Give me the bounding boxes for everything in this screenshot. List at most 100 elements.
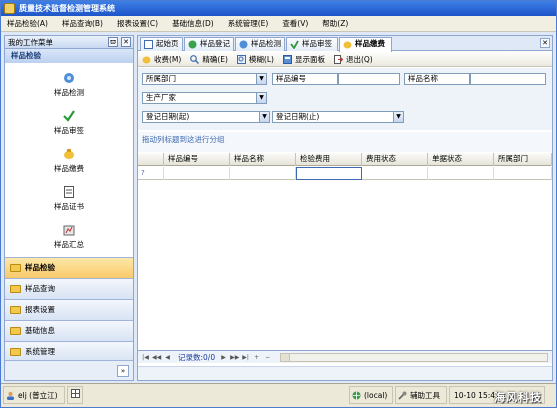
module-label: 样品审签 xyxy=(54,126,84,135)
folder-icon xyxy=(10,285,21,293)
filter-cell[interactable] xyxy=(362,167,428,180)
sample-name-input[interactable] xyxy=(470,73,546,85)
chevron-down-icon[interactable]: ▼ xyxy=(259,112,269,122)
exact-search-button[interactable]: 精确(E) xyxy=(190,53,228,66)
show-panel-button[interactable]: 显示面板 xyxy=(282,53,325,66)
grid-col-test-fee[interactable]: 检验费用 xyxy=(296,153,362,166)
filter-cell[interactable] xyxy=(494,167,552,180)
work-menu-panel: 我的工作菜单 ϖ ✕ 样品检验 样品检测 样品审签 样品缴费 样品证书 样品汇总… xyxy=(4,35,134,381)
module-sample-test[interactable]: 样品检测 xyxy=(5,72,133,106)
module-sample-certificate[interactable]: 样品证书 xyxy=(5,186,133,220)
reg-date-to-label: 登记日期(止) xyxy=(276,112,320,121)
delete-record-button[interactable]: − xyxy=(263,353,272,362)
globe-icon xyxy=(352,391,361,400)
grid-col-department[interactable]: 所属部门 xyxy=(494,153,552,166)
nav-section-label: 系统管理 xyxy=(25,347,55,356)
chevron-down-icon[interactable]: ▼ xyxy=(256,93,266,103)
menu-view[interactable]: 查看(V) xyxy=(282,18,308,29)
module-group-title: 样品检验 xyxy=(5,49,133,63)
manufacturer-select[interactable]: 生产厂家 ▼ xyxy=(142,92,267,104)
grid-col-sample-no[interactable]: 样品编号 xyxy=(164,153,230,166)
folder-icon xyxy=(10,348,21,356)
filter-form: 所属部门 ▼ 样品编号 样品名称 生产厂家 ▼ 登记日期(起) ▼ 登记日期(止… xyxy=(138,68,552,130)
horizontal-scrollbar[interactable] xyxy=(280,353,548,362)
database-server: (local) xyxy=(349,386,393,404)
chevron-down-icon[interactable]: » xyxy=(117,365,129,377)
record-count: 记录数:0/0 xyxy=(178,352,216,362)
module-label: 样品缴费 xyxy=(54,164,84,173)
nav-section-label: 样品查询 xyxy=(25,284,55,293)
menu-sample-query[interactable]: 样品查询(B) xyxy=(62,18,103,29)
charge-button[interactable]: 收费(M) xyxy=(142,53,181,66)
close-panel-icon[interactable]: ✕ xyxy=(121,37,131,47)
filter-cell[interactable] xyxy=(428,167,494,180)
nav-section-system-admin[interactable]: 系统管理 xyxy=(5,341,133,362)
fuzzy-search-button[interactable]: 模糊(L) xyxy=(236,53,274,66)
grid-col-document-status[interactable]: 单据状态 xyxy=(428,153,494,166)
filter-cell[interactable] xyxy=(230,167,296,180)
toolbar-label: 收费(M) xyxy=(154,54,182,64)
menu-help[interactable]: 帮助(Z) xyxy=(322,18,348,29)
next-page-button[interactable]: ▶▶ xyxy=(230,353,239,362)
module-sample-payment[interactable]: 样品缴费 xyxy=(5,148,133,182)
last-record-button[interactable]: ▶| xyxy=(241,353,250,362)
prev-record-button[interactable]: ◀ xyxy=(163,353,172,362)
reg-date-to-select[interactable]: 登记日期(止) ▼ xyxy=(272,111,404,123)
grid-status-icon xyxy=(71,389,80,398)
first-record-button[interactable]: |◀ xyxy=(141,353,150,362)
money-icon xyxy=(142,56,151,63)
main-window: 质量技术监督检测管理系统 样品检验(A) 样品查询(B) 报表设置(C) 基础信… xyxy=(0,0,557,408)
folder-icon xyxy=(10,327,21,335)
menu-sample-inspection[interactable]: 样品检验(A) xyxy=(7,18,48,29)
add-record-button[interactable]: + xyxy=(252,353,261,362)
fuzzy-search-icon xyxy=(236,54,246,64)
money-icon xyxy=(64,149,74,159)
exit-button[interactable]: 退出(Q) xyxy=(333,53,373,66)
menu-bar: 样品检验(A) 样品查询(B) 报表设置(C) 基础信息(D) 系统管理(E) … xyxy=(1,16,556,32)
chevron-down-icon[interactable]: ▼ xyxy=(256,74,266,84)
tools-label: 辅助工具 xyxy=(410,391,440,400)
nav-section-basic-info[interactable]: 基础信息 xyxy=(5,320,133,341)
aux-tools-button[interactable]: 辅助工具 ▾ xyxy=(395,386,447,404)
flask-icon xyxy=(239,40,248,49)
close-tab-icon[interactable]: ✕ xyxy=(540,38,550,48)
menu-basic-info[interactable]: 基础信息(D) xyxy=(172,18,214,29)
tab-sample-payment[interactable]: 样品缴费 xyxy=(339,37,392,52)
work-menu-header: 我的工作菜单 ϖ ✕ xyxy=(5,36,133,49)
manufacturer-select-label: 生产厂家 xyxy=(146,93,176,102)
toolbar-label: 精确(E) xyxy=(202,54,228,64)
title-bar: 质量技术监督检测管理系统 xyxy=(1,1,556,16)
pin-icon[interactable]: ϖ xyxy=(108,37,118,47)
grid-filter-row: ? xyxy=(138,167,552,180)
menu-report-settings[interactable]: 报表设置(C) xyxy=(117,18,158,29)
tab-strip: 起始页 样品登记 样品检测 样品审签 样品缴费 ✕ xyxy=(138,36,552,52)
nav-section-sample-inspection[interactable]: 样品检验 xyxy=(5,257,133,278)
nav-section-report-settings[interactable]: 报表设置 xyxy=(5,299,133,320)
tab-start-page[interactable]: 起始页 xyxy=(140,37,183,51)
department-select[interactable]: 所属部门 ▼ xyxy=(142,73,267,85)
module-sample-approve[interactable]: 样品审签 xyxy=(5,110,133,144)
sample-no-input[interactable] xyxy=(338,73,400,85)
nav-section-sample-query[interactable]: 样品查询 xyxy=(5,278,133,299)
chevron-down-icon[interactable]: ▼ xyxy=(393,112,403,122)
menu-system-admin[interactable]: 系统管理(E) xyxy=(228,18,269,29)
prev-page-button[interactable]: ◀◀ xyxy=(152,353,161,362)
scroll-left-icon[interactable] xyxy=(281,354,290,361)
reg-date-from-select[interactable]: 登记日期(起) ▼ xyxy=(142,111,270,123)
filter-cell-focused[interactable] xyxy=(296,167,362,180)
group-by-hint[interactable]: 拖动列标题到这进行分组 xyxy=(138,132,552,152)
flask-icon xyxy=(64,73,74,83)
filter-cell[interactable] xyxy=(164,167,230,180)
module-sample-summary[interactable]: 样品汇总 xyxy=(5,224,133,258)
panel-icon xyxy=(282,54,292,64)
current-user: elj (普立江) xyxy=(3,386,65,404)
tab-sample-test[interactable]: 样品检测 xyxy=(235,37,285,51)
record-navigator: |◀ ◀◀ ◀ 记录数:0/0 ▶ ▶▶ ▶| + − xyxy=(138,350,552,363)
search-icon xyxy=(190,54,200,64)
tab-sample-register[interactable]: 样品登记 xyxy=(184,37,234,51)
grid-col-fee-status[interactable]: 费用状态 xyxy=(362,153,428,166)
tab-sample-approve[interactable]: 样品审签 xyxy=(286,37,338,51)
grid-col-sample-name[interactable]: 样品名称 xyxy=(230,153,296,166)
next-record-button[interactable]: ▶ xyxy=(219,353,228,362)
app-title: 质量技术监督检测管理系统 xyxy=(19,4,115,13)
